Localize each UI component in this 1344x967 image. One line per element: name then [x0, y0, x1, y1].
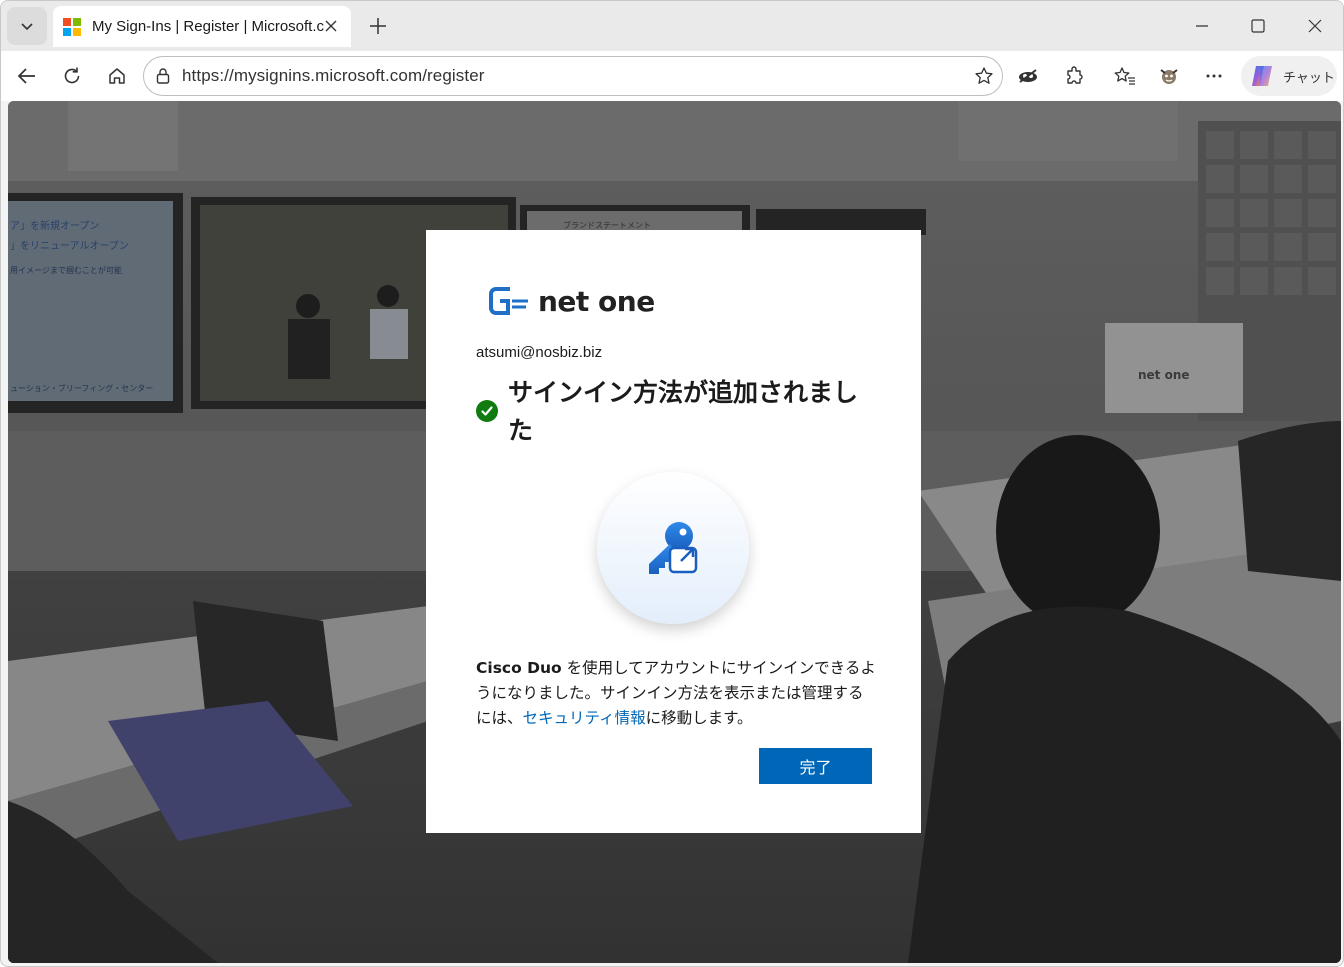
description-text: Cisco Duo を使用してアカウントにサインインできるようになりました。サイ…: [476, 656, 876, 731]
tab-actions-icon: [21, 23, 33, 31]
favorites-icon: [1114, 67, 1135, 85]
brand-logo: net one: [488, 284, 655, 318]
description-part-2: に移動します。: [645, 709, 753, 727]
extensions-button[interactable]: [1057, 59, 1091, 93]
security-info-link[interactable]: セキュリティ情報: [523, 709, 646, 727]
key-external-icon: [649, 522, 698, 574]
extensions-icon: [1067, 66, 1083, 84]
close-window-button[interactable]: [1287, 7, 1343, 45]
microsoft-logo-icon: [63, 17, 81, 36]
active-tab[interactable]: My Sign-Ins | Register | Microsoft.com: [53, 6, 351, 47]
more-button[interactable]: [1197, 59, 1231, 93]
copilot-icon: [1252, 66, 1272, 86]
method-name: Cisco Duo: [476, 659, 562, 677]
tab-bar: My Sign-Ins | Register | Microsoft.com: [1, 1, 1343, 51]
plus-icon: [370, 18, 386, 34]
more-icon: [1206, 74, 1222, 78]
lock-icon: [156, 68, 170, 84]
maximize-icon: [1251, 19, 1265, 33]
copilot-chat-button[interactable]: チャット: [1241, 56, 1337, 96]
favorite-star-icon[interactable]: [974, 66, 994, 86]
close-icon: [325, 20, 337, 32]
close-icon: [1308, 19, 1322, 33]
browser-toolbar: https://mysignins.microsoft.com/register…: [1, 51, 1343, 101]
page-title: サインイン方法が追加されました: [508, 378, 859, 445]
copilot-label: チャット: [1283, 70, 1335, 86]
home-button[interactable]: [100, 59, 134, 93]
tab-title: My Sign-Ins | Register | Microsoft.com: [92, 18, 324, 35]
method-illustration: [597, 472, 749, 624]
tracking-prevention-button[interactable]: [1011, 59, 1045, 93]
profile-button[interactable]: [1152, 59, 1186, 93]
net-one-logo-icon: [489, 287, 528, 315]
maximize-button[interactable]: [1230, 7, 1286, 45]
done-button[interactable]: 完了: [759, 748, 872, 784]
back-icon: [17, 68, 35, 84]
tracking-icon: [1019, 69, 1037, 83]
page-content: ア」を新規オープン 」をリニューアルオープン 用イメージまで掴むことが可能 ュー…: [8, 101, 1341, 963]
home-icon: [109, 68, 125, 84]
minimize-icon: [1196, 25, 1208, 27]
browser-window: My Sign-Ins | Register | Microsoft.com h…: [0, 0, 1344, 967]
minimize-button[interactable]: [1174, 7, 1230, 45]
url-text: https://mysignins.microsoft.com/register: [182, 66, 485, 85]
refresh-button[interactable]: [55, 59, 89, 93]
address-bar[interactable]: https://mysignins.microsoft.com/register: [143, 56, 1003, 96]
brand-name: net one: [538, 284, 655, 318]
tab-actions-button[interactable]: [7, 7, 47, 45]
profile-icon: [1160, 69, 1178, 84]
new-tab-button[interactable]: [363, 11, 393, 41]
success-status: [476, 400, 498, 422]
account-email: atsumi@nosbiz.biz: [476, 344, 603, 361]
checkmark-icon: [481, 406, 493, 416]
tab-close-button[interactable]: [321, 16, 341, 36]
favorites-button[interactable]: [1108, 59, 1142, 93]
refresh-icon: [64, 67, 80, 84]
back-button[interactable]: [10, 59, 44, 93]
registration-complete-card: net one atsumi@nosbiz.biz サインイン方法が追加されまし…: [426, 230, 921, 833]
